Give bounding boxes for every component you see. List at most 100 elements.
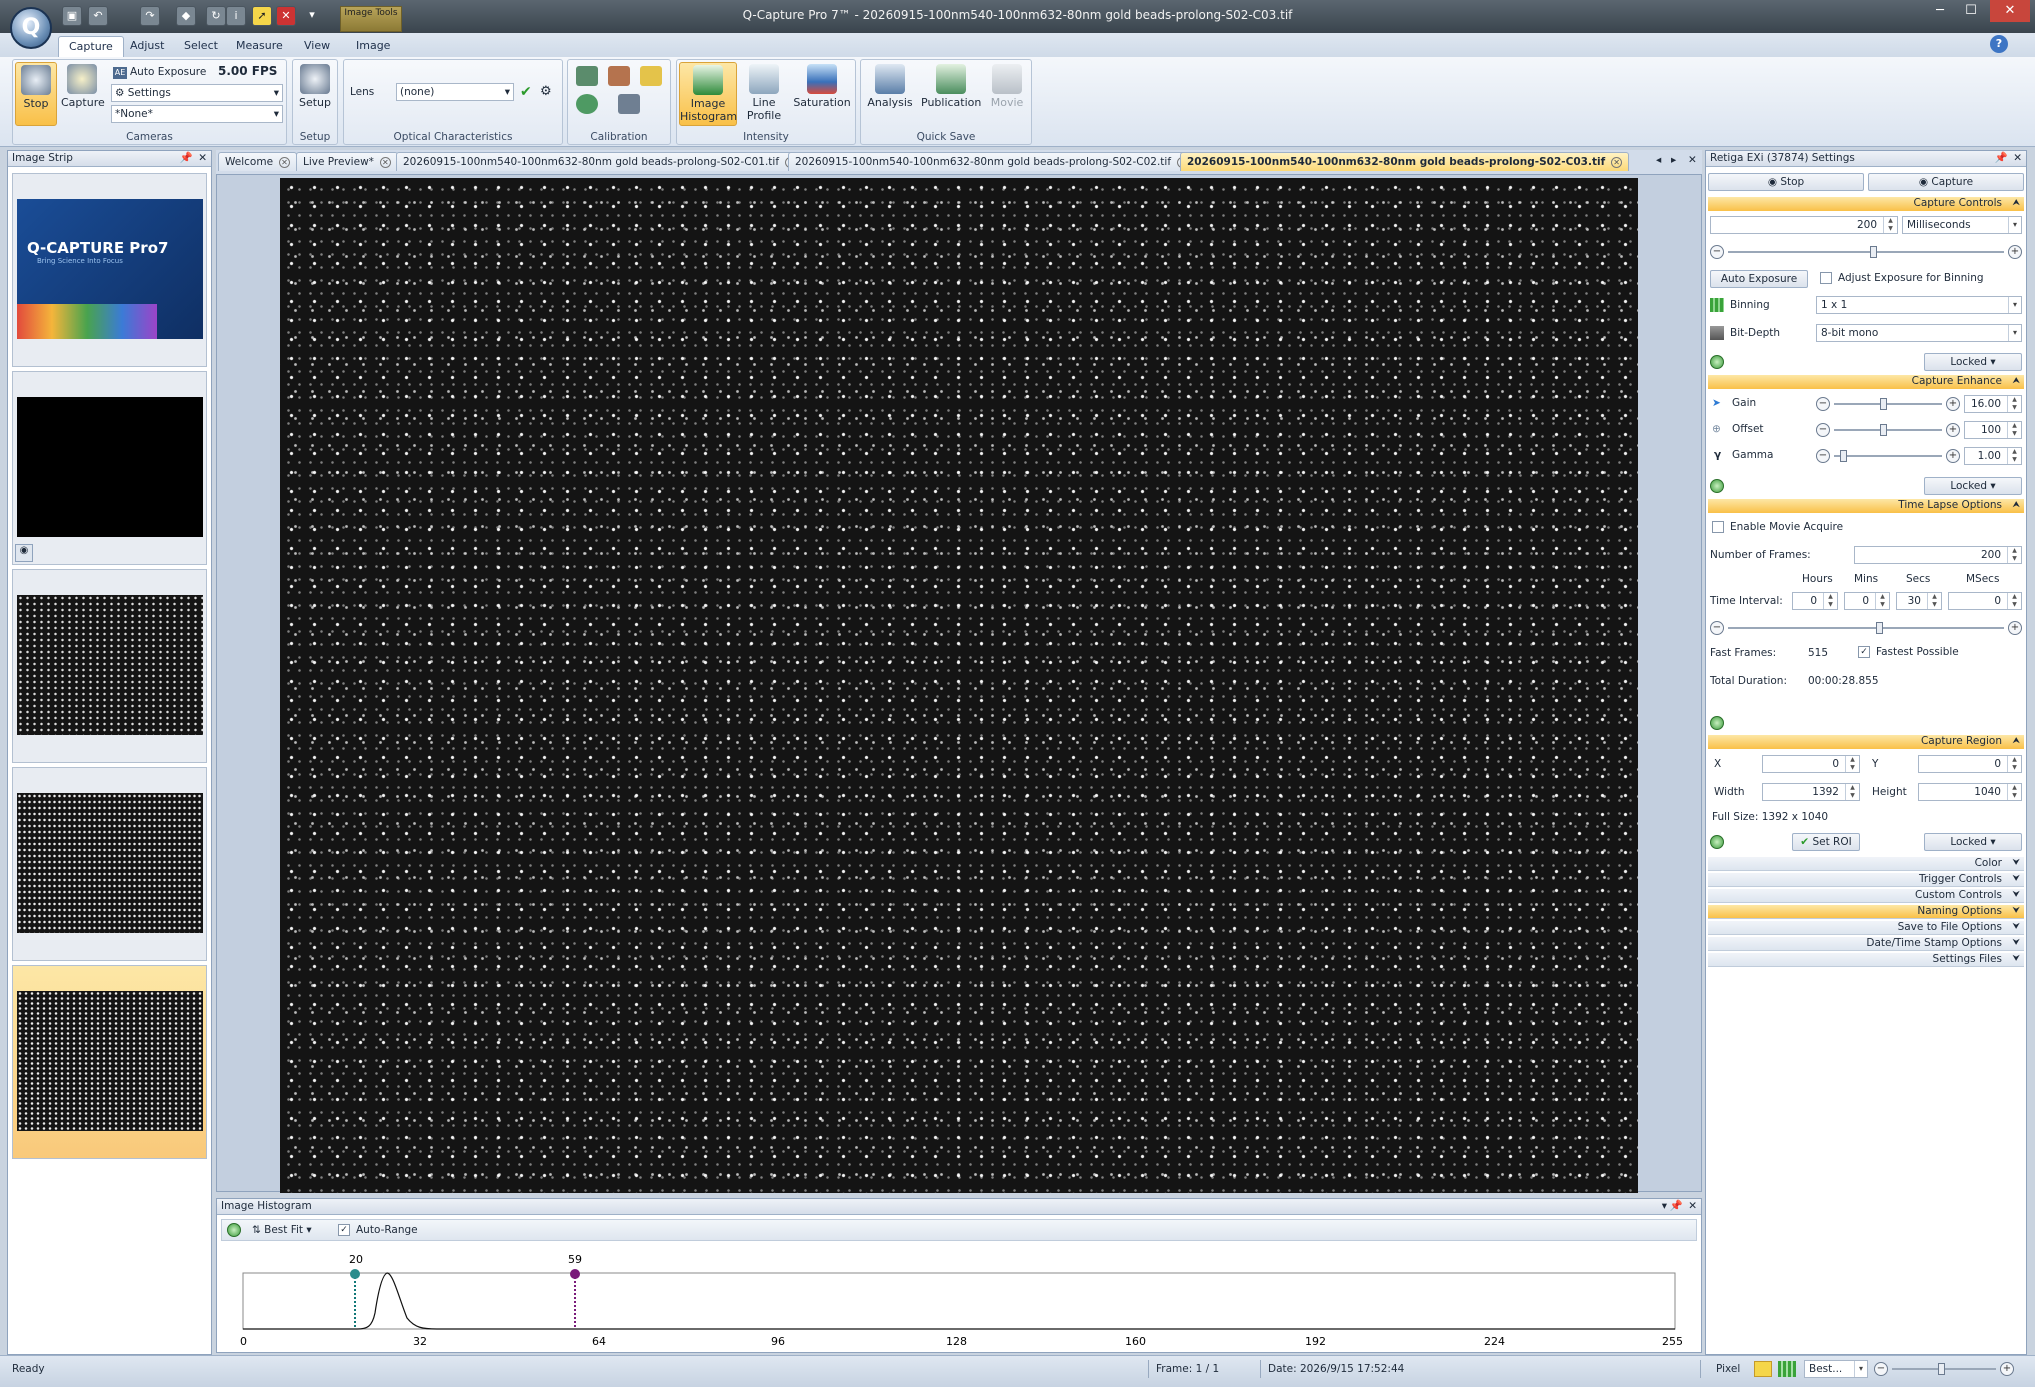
capture-controls-header[interactable]: Capture Controls ⮝ — [1708, 197, 2024, 211]
publication-button[interactable]: Publication — [921, 62, 981, 126]
mins-input[interactable]: 0 ▲ ▼ — [1844, 592, 1890, 610]
thumbnail-live-preview[interactable]: ◉ — [12, 371, 207, 565]
minus-icon[interactable]: − — [1710, 621, 1724, 635]
close-icon[interactable]: ✕ — [198, 151, 207, 166]
frames-input[interactable]: 200 ▲ ▼ — [1854, 546, 2022, 564]
thumbnail-c02[interactable] — [12, 767, 207, 961]
time-lapse-header[interactable]: Time Lapse Options ⮝ — [1708, 499, 2024, 513]
plus-icon[interactable]: + — [2000, 1362, 2014, 1376]
spinner-icon[interactable]: ▲ ▼ — [1927, 593, 1941, 609]
tab-measure[interactable]: Measure — [226, 36, 293, 57]
ruler-icon[interactable] — [608, 66, 630, 86]
maximize-icon[interactable]: ☐ — [1956, 0, 1986, 22]
exposure-slider[interactable]: − + — [1710, 245, 2022, 259]
spinner-icon[interactable]: ▲ ▼ — [2007, 784, 2021, 800]
refresh-icon[interactable] — [1710, 355, 1724, 369]
close-icon[interactable]: ✕ — [2013, 151, 2022, 166]
tab-adjust[interactable]: Adjust — [120, 36, 174, 57]
slider-thumb[interactable] — [1876, 622, 1883, 634]
zoom-select[interactable]: Best... ▾ — [1804, 1360, 1868, 1378]
refresh-icon[interactable] — [1710, 835, 1724, 849]
save-to-file-section[interactable]: Save to File Options ⮟ — [1708, 921, 2024, 935]
thumbnail-splash[interactable]: Q-CAPTURE Pro7 Bring Science Into Focus — [12, 173, 207, 367]
interval-slider[interactable]: − + — [1710, 621, 2022, 635]
spinner-icon[interactable]: ▲ ▼ — [2007, 422, 2021, 438]
msecs-input[interactable]: 0 ▲ ▼ — [1948, 592, 2022, 610]
fastest-possible-checkbox[interactable]: ✓ — [1858, 646, 1870, 658]
low-marker-handle[interactable] — [350, 1269, 360, 1279]
naming-options-section[interactable]: Naming Options ⮟ — [1708, 905, 2024, 919]
save-icon[interactable]: ▣ — [62, 6, 82, 26]
spinner-icon[interactable]: ▲ ▼ — [1883, 217, 1897, 233]
slider-thumb[interactable] — [1840, 450, 1847, 462]
adjust-binning-checkbox[interactable] — [1820, 272, 1832, 284]
calibrate-icon[interactable] — [576, 66, 598, 86]
bit-depth-select[interactable]: 8-bit mono ▾ — [1816, 324, 2022, 342]
plus-icon[interactable]: + — [2008, 621, 2022, 635]
close-icon[interactable]: ✕ — [279, 157, 291, 168]
gain-input[interactable]: 16.00 ▲ ▼ — [1964, 395, 2022, 413]
spinner-icon[interactable]: ▲ ▼ — [2007, 448, 2021, 464]
slider-thumb[interactable] — [1938, 1363, 1945, 1375]
application-button[interactable]: Q — [10, 7, 52, 49]
close-icon[interactable]: ✕ — [1990, 0, 2030, 22]
saturation-button[interactable]: Saturation — [793, 62, 851, 126]
lens-select[interactable]: (none) ▾ — [396, 83, 514, 101]
minus-icon[interactable]: − — [1710, 245, 1724, 259]
slider-thumb[interactable] — [1880, 424, 1887, 436]
capture-enhance-header[interactable]: Capture Enhance ⮝ — [1708, 375, 2024, 389]
capture-region-header[interactable]: Capture Region ⮝ — [1708, 735, 2024, 749]
minus-icon[interactable]: − — [1816, 423, 1830, 437]
gain-slider[interactable]: − + — [1816, 397, 1960, 411]
image-tools-context-tab[interactable]: Image Tools — [340, 6, 402, 32]
capture-button[interactable]: Capture — [61, 62, 105, 126]
doc-tab-c02[interactable]: 20260915-100nm540-100nm632-80nm gold bea… — [788, 152, 1196, 171]
spinner-icon[interactable]: ▲ ▼ — [1875, 593, 1889, 609]
refresh-icon[interactable] — [1710, 479, 1724, 493]
date-time-stamp-section[interactable]: Date/Time Stamp Options ⮟ — [1708, 937, 2024, 951]
doc-tab-live-preview[interactable]: Live Preview* ✕ — [296, 152, 398, 171]
refresh-icon[interactable]: ↻ — [206, 6, 226, 26]
pin-icon[interactable]: 📌 — [180, 151, 193, 166]
set-roi-button[interactable]: ✔ Set ROI — [1792, 833, 1860, 851]
line-profile-button[interactable]: Line Profile — [743, 62, 785, 126]
plus-icon[interactable]: + — [1946, 449, 1960, 463]
image-histogram-button[interactable]: Image Histogram — [679, 62, 737, 126]
enable-movie-checkbox[interactable] — [1712, 521, 1724, 533]
trigger-controls-section[interactable]: Trigger Controls ⮟ — [1708, 873, 2024, 887]
spinner-icon[interactable]: ▲ ▼ — [1845, 784, 1859, 800]
thumbnail-c03-selected[interactable] — [12, 965, 207, 1159]
pointer-icon[interactable]: ➚ — [252, 6, 272, 26]
plus-icon[interactable]: + — [1946, 397, 1960, 411]
offset-slider[interactable]: − + — [1816, 423, 1960, 437]
grid-icon[interactable] — [640, 66, 662, 86]
tab-scroll-right-icon[interactable]: ▸ — [1671, 154, 1676, 166]
settings-capture-button[interactable]: ◉ Capture — [1868, 173, 2024, 191]
doc-tab-c01[interactable]: 20260915-100nm540-100nm632-80nm gold bea… — [396, 152, 804, 171]
y-input[interactable]: 0 ▲ ▼ — [1918, 755, 2022, 773]
redo-icon[interactable]: ↷ — [140, 6, 160, 26]
x-input[interactable]: 0 ▲ ▼ — [1762, 755, 1860, 773]
capture-enhance-locked-dropdown[interactable]: Locked ▾ — [1924, 477, 2022, 495]
plus-icon[interactable]: + — [2008, 245, 2022, 259]
exposure-unit-select[interactable]: Milliseconds ▾ — [1902, 216, 2022, 234]
doc-tab-c03[interactable]: 20260915-100nm540-100nm632-80nm gold bea… — [1180, 152, 1630, 171]
spinner-icon[interactable]: ▲ ▼ — [2007, 593, 2021, 609]
zoom-slider[interactable]: − + — [1874, 1362, 2014, 1376]
tab-capture[interactable]: Capture — [58, 36, 124, 57]
minus-icon[interactable]: − — [1816, 449, 1830, 463]
close-icon[interactable]: ✕ — [379, 157, 391, 168]
plus-icon[interactable]: + — [1946, 423, 1960, 437]
pin-icon[interactable]: 📌 — [1670, 1199, 1683, 1214]
minimize-icon[interactable]: ─ — [1925, 0, 1955, 22]
spinner-icon[interactable]: ▲ ▼ — [1823, 593, 1837, 609]
settings-dropdown[interactable]: ⚙ Settings ▾ — [111, 84, 283, 102]
tab-view[interactable]: View — [294, 36, 340, 57]
histogram-chart[interactable]: 20 59 0 32 64 96 128 160 192 224 255 — [217, 1243, 1703, 1351]
apply-check-icon[interactable]: ✔ — [520, 84, 532, 100]
gear-icon[interactable]: ⚙ — [540, 84, 552, 99]
slider-thumb[interactable] — [1880, 398, 1887, 410]
auto-range-checkbox[interactable]: ✓ — [338, 1224, 350, 1236]
chevron-down-icon[interactable]: ▾ — [1662, 1199, 1667, 1214]
thumbnail-c01[interactable] — [12, 569, 207, 763]
